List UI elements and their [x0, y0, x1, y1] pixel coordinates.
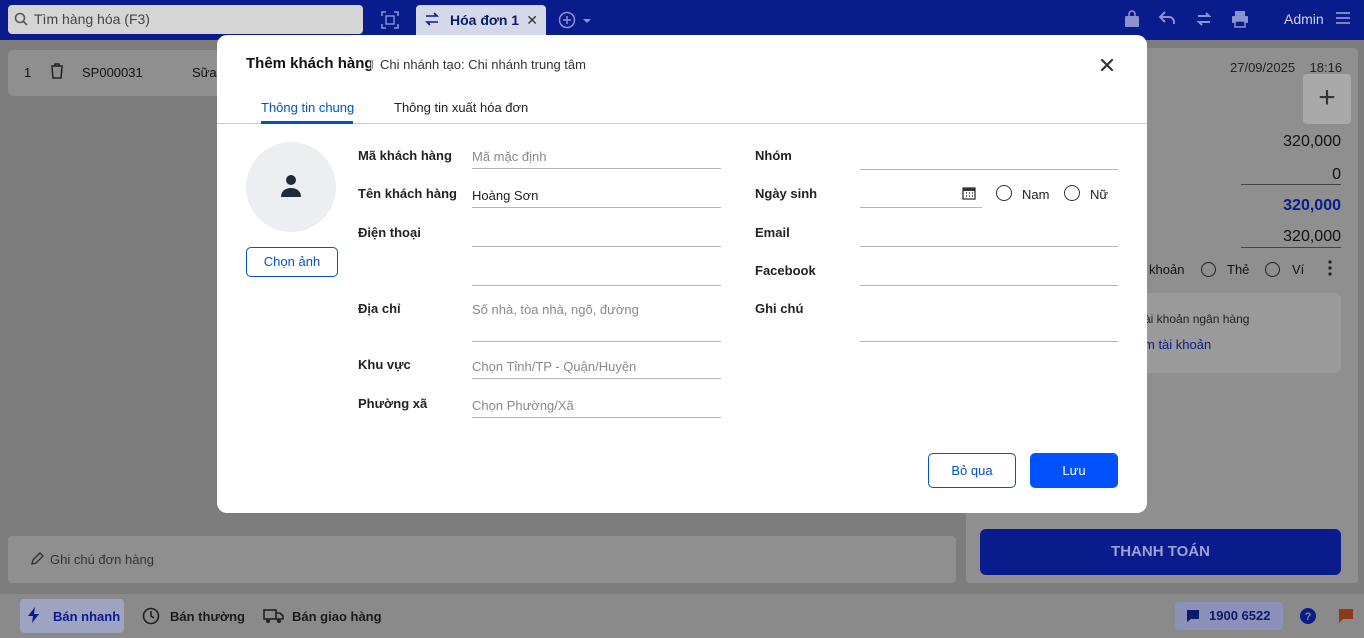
birthday-label: Ngày sinh: [755, 186, 818, 201]
gender-female-label[interactable]: Nữ: [1090, 187, 1108, 202]
customer-name-label: Tên khách hàng: [358, 186, 457, 201]
to-pay-value: 320,000: [1283, 197, 1341, 214]
phone-input-2[interactable]: [472, 262, 721, 286]
dialog-subtitle: Chi nhánh tạo: Chi nhánh trung tâm: [380, 57, 586, 72]
title-separator: [371, 59, 372, 71]
avatar: [246, 142, 336, 232]
add-customer-dialog: Thêm khách hàng Chi nhánh tạo: Chi nhánh…: [217, 35, 1147, 513]
cart-row-code: SP000031: [82, 65, 143, 80]
cart-row-name: Sữa: [192, 65, 217, 80]
lightning-icon: [28, 607, 39, 623]
paid-underline: [1241, 247, 1341, 248]
tabs-divider: [217, 123, 1147, 124]
invoice-date: 27/09/2025 18:16: [1230, 60, 1343, 75]
refresh-icon[interactable]: [1195, 10, 1215, 30]
area-select[interactable]: [472, 355, 721, 379]
pay-method-transfer[interactable]: khoản: [1149, 262, 1184, 277]
sale-mode-quick[interactable]: Bán nhanh: [53, 609, 120, 624]
customer-code-input[interactable]: [472, 145, 721, 169]
user-icon: [281, 175, 301, 197]
email-label: Email: [755, 225, 790, 240]
ward-select[interactable]: [472, 394, 721, 418]
save-button[interactable]: Lưu: [1030, 453, 1118, 488]
tab-general-info[interactable]: Thông tin chung: [261, 100, 354, 115]
feedback-icon[interactable]: [1338, 608, 1354, 624]
more-vert-icon[interactable]: [1327, 260, 1333, 276]
phone-label: Điện thoại: [358, 225, 421, 240]
customer-name-input[interactable]: [472, 184, 721, 208]
order-note-placeholder: Ghi chú đơn hàng: [50, 552, 154, 567]
gender-female-radio[interactable]: [1064, 185, 1080, 201]
area-label: Khu vực: [358, 357, 411, 372]
group-select[interactable]: [860, 146, 1118, 170]
facebook-input[interactable]: [860, 262, 1118, 286]
trash-icon[interactable]: [50, 63, 64, 79]
checkout-button[interactable]: THANH TOÁN: [980, 529, 1341, 575]
pay-method-card[interactable]: Thẻ: [1227, 262, 1249, 277]
group-label: Nhóm: [755, 148, 792, 163]
hotline-number: 1900 6522: [1209, 608, 1271, 623]
total-value: 320,000: [1283, 133, 1341, 150]
add-customer-button[interactable]: +: [1303, 74, 1351, 124]
address-label: Địa chỉ: [358, 301, 401, 316]
truck-icon: [263, 609, 284, 623]
pay-method-wallet-radio[interactable]: [1265, 262, 1280, 277]
pay-method-card-radio[interactable]: [1201, 262, 1216, 277]
tab-label: Hóa đơn 1: [450, 12, 520, 28]
search-icon: [14, 12, 28, 26]
tab-invoice-1[interactable]: Hóa đơn 1 ✕: [416, 5, 546, 35]
active-tab-indicator: [261, 121, 353, 124]
product-search-input[interactable]: Tìm hàng hóa (F3): [8, 5, 363, 34]
facebook-label: Facebook: [755, 263, 816, 278]
add-bank-account-link[interactable]: m tài khoản: [1144, 337, 1211, 352]
bank-account-text: ài khoản ngân hàng: [1144, 312, 1250, 326]
customer-code-label: Mã khách hàng: [358, 148, 452, 163]
cart-row-index: 1: [24, 65, 32, 80]
bag-icon[interactable]: [1124, 10, 1144, 30]
pay-method-wallet[interactable]: Ví: [1292, 262, 1304, 277]
note-label: Ghi chú: [755, 301, 804, 316]
add-tab-icon[interactable]: [558, 10, 591, 30]
close-icon[interactable]: [1097, 55, 1117, 75]
search-placeholder: Tìm hàng hóa (F3): [34, 11, 150, 27]
choose-image-button[interactable]: Chọn ảnh: [246, 247, 338, 277]
hotline-button[interactable]: 1900 6522: [1175, 602, 1283, 630]
barcode-scan-icon[interactable]: [380, 10, 400, 30]
print-icon[interactable]: [1231, 10, 1251, 30]
tab-close-icon[interactable]: ✕: [526, 5, 538, 35]
discount-value[interactable]: 0: [1332, 166, 1341, 184]
user-name[interactable]: Admin: [1284, 11, 1324, 27]
calendar-icon[interactable]: [962, 186, 976, 200]
clock-icon: [142, 607, 160, 625]
gender-male-label[interactable]: Nam: [1022, 187, 1049, 202]
undo-icon[interactable]: [1158, 10, 1178, 30]
sale-mode-delivery[interactable]: Bán giao hàng: [292, 609, 382, 624]
paid-value[interactable]: 320,000: [1283, 228, 1341, 246]
bank-account-box: [1130, 293, 1341, 373]
help-icon[interactable]: ?: [1300, 608, 1316, 624]
ward-label: Phường xã: [358, 396, 428, 411]
skip-button[interactable]: Bỏ qua: [928, 453, 1016, 488]
tab-invoice-info[interactable]: Thông tin xuất hóa đơn: [394, 100, 528, 115]
email-input[interactable]: [860, 223, 1118, 247]
address-input[interactable]: [472, 298, 721, 342]
pencil-icon: [31, 552, 44, 565]
note-input[interactable]: [860, 298, 1118, 342]
dialog-title: Thêm khách hàng: [246, 55, 374, 72]
sale-mode-normal[interactable]: Bán thường: [170, 609, 245, 624]
gender-male-radio[interactable]: [996, 185, 1012, 201]
phone-input[interactable]: [472, 223, 721, 247]
order-note-input[interactable]: Ghi chú đơn hàng: [8, 536, 956, 583]
discount-underline: [1241, 184, 1341, 185]
svg-text:?: ?: [1305, 611, 1312, 623]
chat-icon: [1187, 610, 1199, 622]
menu-icon[interactable]: [1335, 10, 1355, 30]
swap-icon: [425, 12, 439, 26]
